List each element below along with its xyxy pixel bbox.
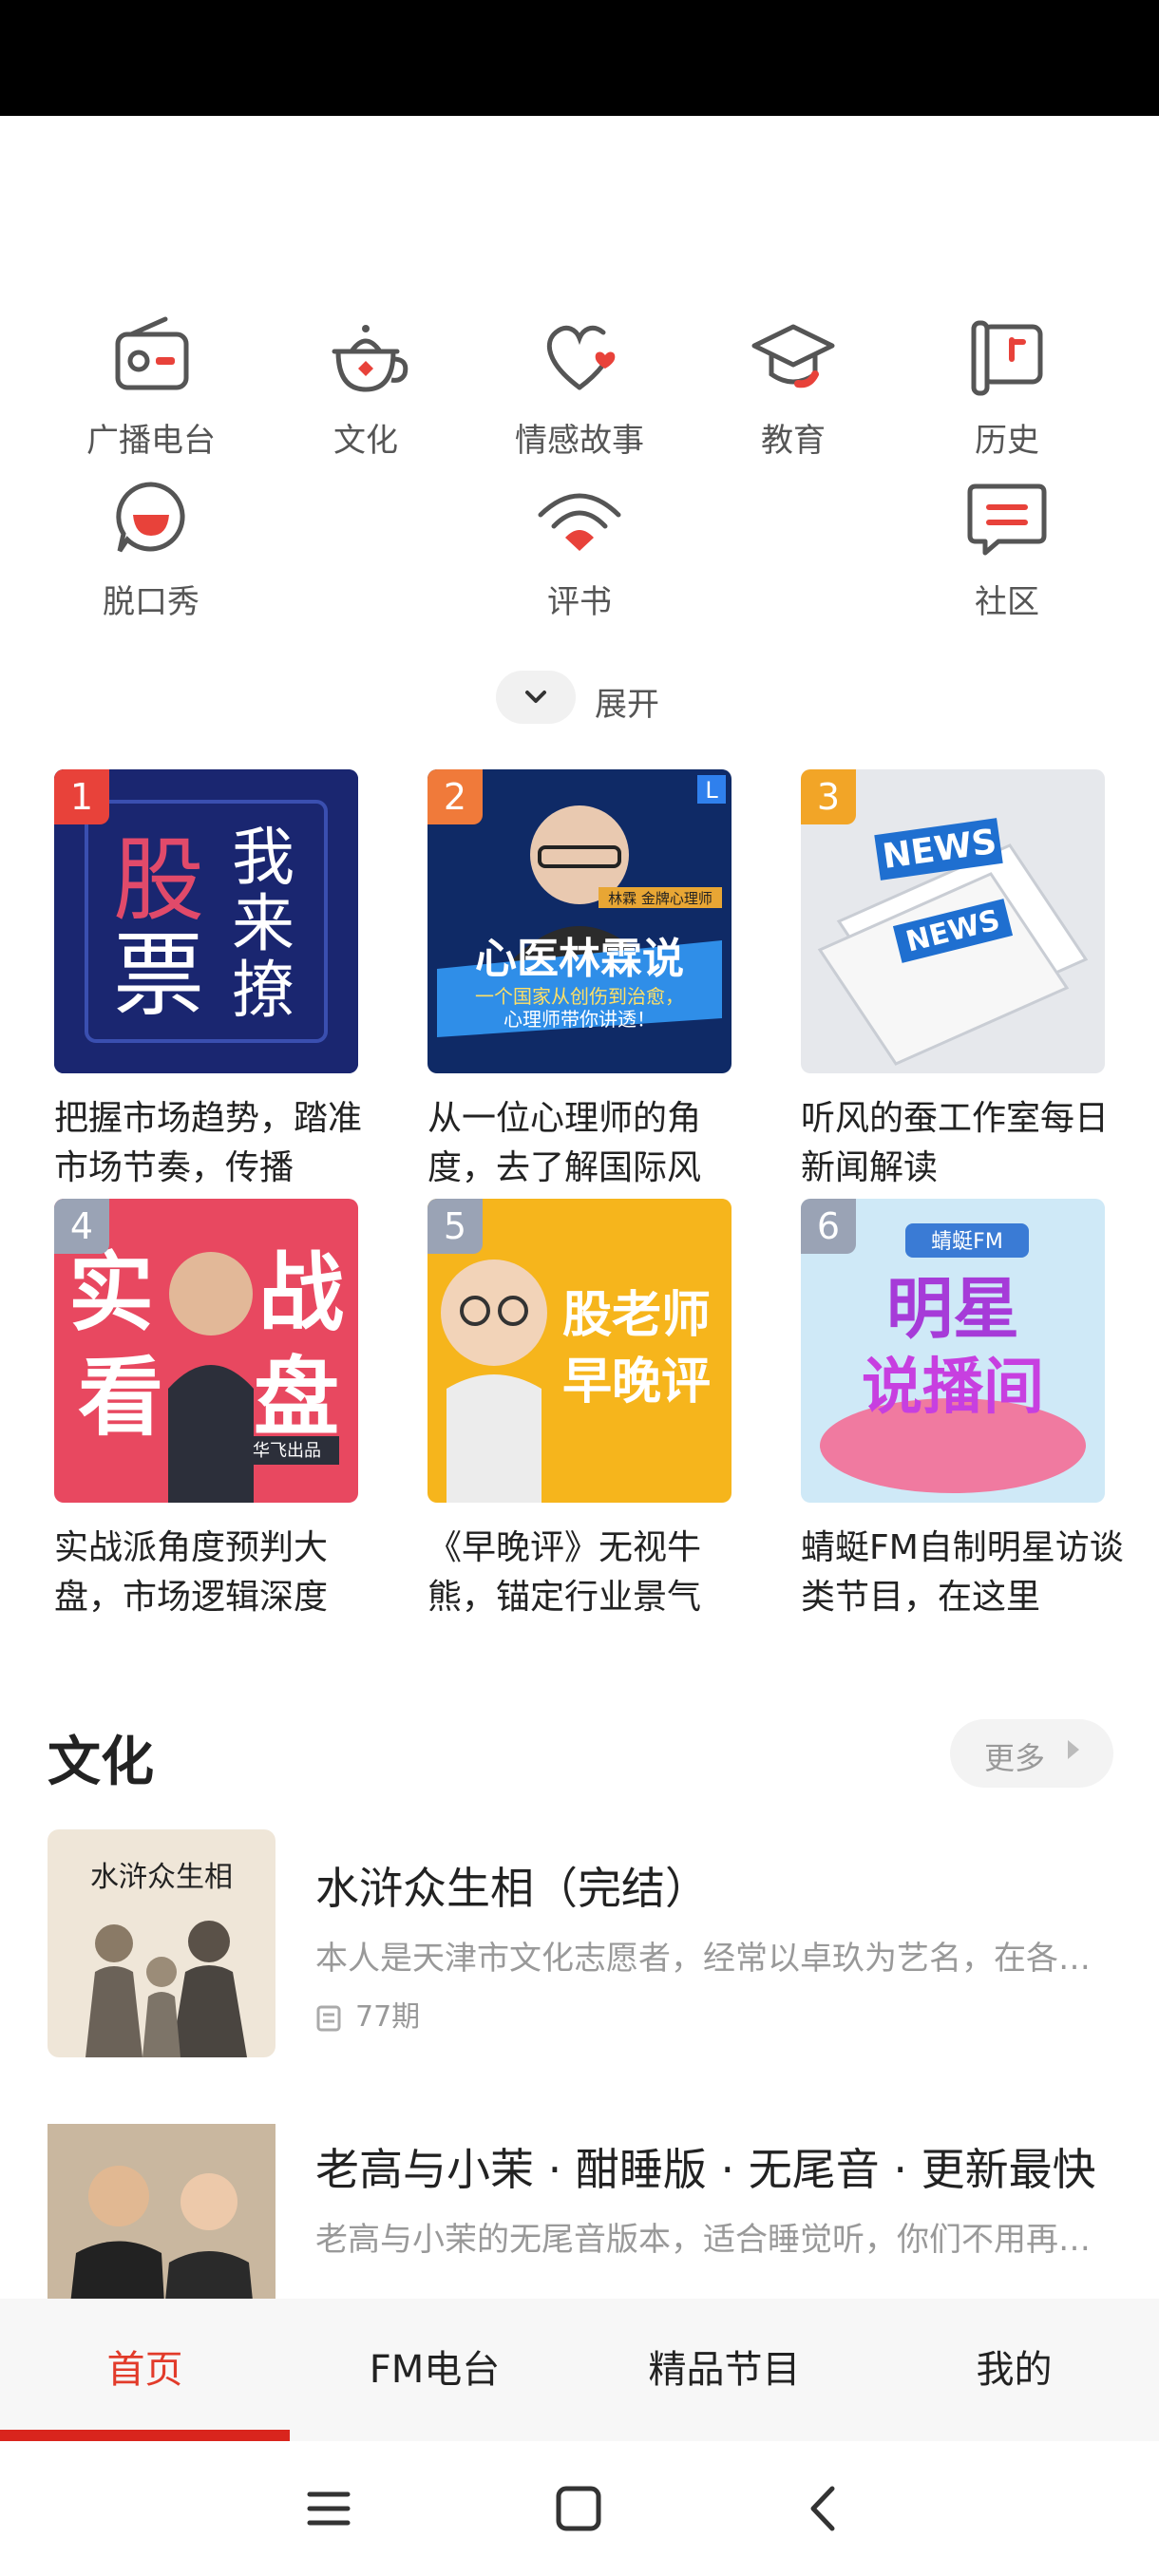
speech-bubble-icon (116, 482, 185, 553)
category-label: 社区 (975, 583, 1039, 621)
cover-text: 华飞出品 (253, 1441, 321, 1461)
program-cover: L 林霖 金牌心理师 心医林霖说 一个国家从创伤到治愈， 心理师带你讲透！ 2 (428, 769, 732, 1073)
category-talk-show[interactable]: 脱口秀 (45, 465, 257, 627)
category-history[interactable]: 历史 (901, 304, 1113, 465)
program-description: 《早晚评》无视牛熊，锚定行业景气 (428, 1528, 702, 1617)
rank-badge: 1 (54, 769, 109, 824)
cover-text: 我 (232, 821, 294, 894)
home-icon[interactable] (553, 2475, 606, 2542)
program-title: 水浒众生相（完结） (315, 1863, 709, 1914)
category-label: 脱口秀 (103, 583, 200, 621)
tab-premium-programs[interactable]: 精品节目 (580, 2299, 869, 2441)
program-description: 听风的蚕工作室每日新闻解读 (801, 1099, 1110, 1187)
cover-text: 看 (78, 1348, 163, 1448)
more-label: 更多 (984, 1740, 1046, 1776)
category-storytelling[interactable]: 评书 (473, 465, 686, 627)
cover-text: 心理师带你讲透！ (504, 1008, 656, 1031)
program-description: 本人是天津市文化志愿者，经常以卓玖为艺名，在各平台讲述 (315, 1940, 1113, 1978)
ranking-card[interactable]: 股 票 我 来 撩 1 把握市场趋势，踏准市场节奏，传播 (54, 769, 362, 1193)
category-radio[interactable]: 广播电台 (45, 304, 257, 465)
episode-count: 77期 (315, 1993, 420, 2035)
cover-text: 实 (68, 1243, 154, 1343)
category-emotion[interactable]: 情感故事 (473, 304, 686, 465)
category-label: 文化 (333, 422, 398, 460)
cover-text: 票 (113, 922, 204, 1029)
chevron-down-icon (496, 671, 576, 724)
category-education[interactable]: 教育 (687, 304, 900, 465)
category-label: 广播电台 (86, 422, 216, 460)
system-navigation-bar (0, 2441, 1159, 2576)
svg-text:L: L (705, 777, 718, 804)
program-description: 从一位心理师的角度，去了解国际风 (428, 1099, 702, 1187)
expand-button[interactable]: 展开 (496, 671, 686, 724)
rank-badge: 3 (801, 769, 856, 824)
section-title: 文化 (48, 1732, 154, 1793)
category-culture[interactable]: 文化 (259, 304, 472, 465)
bottom-navigation: 首页 FM电台 精品节目 我的 (0, 2299, 1159, 2441)
list-item[interactable]: 水浒众生相 水浒众生相（完结） 本人是天津市文化志愿者，经常以卓玖为艺名，在各平… (48, 1829, 1121, 2057)
cover-text: 一个国家从创伤到治愈， (475, 985, 684, 1008)
cover-text: 盘 (254, 1348, 339, 1448)
program-title: 老高与小茉 · 酣睡版 · 无尾音 · 更新最快 (315, 2144, 1096, 2195)
program-description: 实战派角度预判大盘，市场逻辑深度 (54, 1528, 329, 1617)
message-icon (967, 483, 1047, 556)
program-cover: 股 票 我 来 撩 1 (54, 769, 358, 1073)
cover-text: 股 (113, 827, 204, 934)
cover-text: 心医林霖说 (475, 935, 684, 983)
folding-fan-icon (538, 493, 621, 551)
rank-badge: 6 (801, 1199, 856, 1254)
program-description: 蜻蜓FM自制明星访谈类节目，在这里 (801, 1528, 1124, 1617)
tab-profile[interactable]: 我的 (869, 2299, 1159, 2441)
rank-badge: 5 (428, 1199, 483, 1254)
tab-fm-radio[interactable]: FM电台 (290, 2299, 580, 2441)
teapot-icon (332, 325, 408, 392)
category-label: 历史 (975, 422, 1039, 460)
program-description: 老高与小茉的无尾音版本，适合睡觉听，你们不用再担心 (315, 2221, 1113, 2259)
more-button[interactable]: 更多 (950, 1719, 1113, 1788)
ranking-card[interactable]: 蜻蜓FM 明星 说播间 6 蜻蜓FM自制明星访谈类节目，在这里 (801, 1199, 1124, 1622)
tab-home[interactable]: 首页 (0, 2299, 290, 2441)
program-thumbnail: 水浒众生相 (48, 1829, 276, 2057)
program-description: 把握市场趋势，踏准市场节奏，传播 (54, 1099, 363, 1187)
cover-text: 明星 (886, 1270, 1019, 1348)
program-cover: 蜻蜓FM 明星 说播间 6 (801, 1199, 1105, 1503)
category-label: 情感故事 (515, 422, 644, 460)
cover-text: 蜻蜓FM (931, 1230, 1003, 1254)
cover-text: 战 (258, 1243, 344, 1343)
episodes-icon (316, 2005, 341, 2031)
status-bar (0, 0, 1159, 116)
program-cover: NEWS NEWS 3 (801, 769, 1105, 1073)
category-community[interactable]: 社区 (901, 465, 1113, 627)
category-label: 教育 (761, 422, 826, 460)
episode-count-value: 77期 (355, 2000, 421, 2034)
ranking-card[interactable]: 股老师 早晚评 5 《早晚评》无视牛熊，锚定行业景气 (428, 1199, 732, 1622)
radio-icon (115, 316, 189, 390)
expand-label: 展开 (595, 686, 659, 724)
cover-text: 股老师 (562, 1287, 711, 1344)
heart-icon (546, 325, 616, 390)
cover-text: 早晚评 (562, 1354, 711, 1411)
active-tab-indicator (0, 2430, 290, 2441)
thumbnail-text: 水浒众生相 (90, 1861, 233, 1894)
cover-text: 说播间 (862, 1353, 1044, 1423)
graduation-cap-icon (751, 324, 835, 388)
rank-badge: 2 (428, 769, 483, 824)
program-cover: 实 战 看 盘 华飞出品 4 (54, 1199, 358, 1503)
cover-text: 撩 (232, 954, 294, 1027)
menu-icon[interactable] (306, 2475, 353, 2542)
scroll-icon (971, 320, 1043, 396)
back-icon[interactable] (804, 2475, 842, 2542)
cover-text: 林霖 金牌心理师 (608, 890, 712, 907)
ranking-card[interactable]: NEWS NEWS 3 听风的蚕工作室每日新闻解读 (801, 769, 1109, 1193)
chevron-right-icon (1068, 1740, 1079, 1759)
cover-text: 来 (232, 887, 294, 960)
program-cover: 股老师 早晚评 5 (428, 1199, 732, 1503)
category-label: 评书 (547, 583, 612, 621)
ranking-card[interactable]: 实 战 看 盘 华飞出品 4 实战派角度预判大盘，市场逻辑深度 (54, 1199, 358, 1622)
ranking-card[interactable]: L 林霖 金牌心理师 心医林霖说 一个国家从创伤到治愈， 心理师带你讲透！ 2 … (428, 769, 732, 1193)
rank-badge: 4 (54, 1199, 109, 1254)
